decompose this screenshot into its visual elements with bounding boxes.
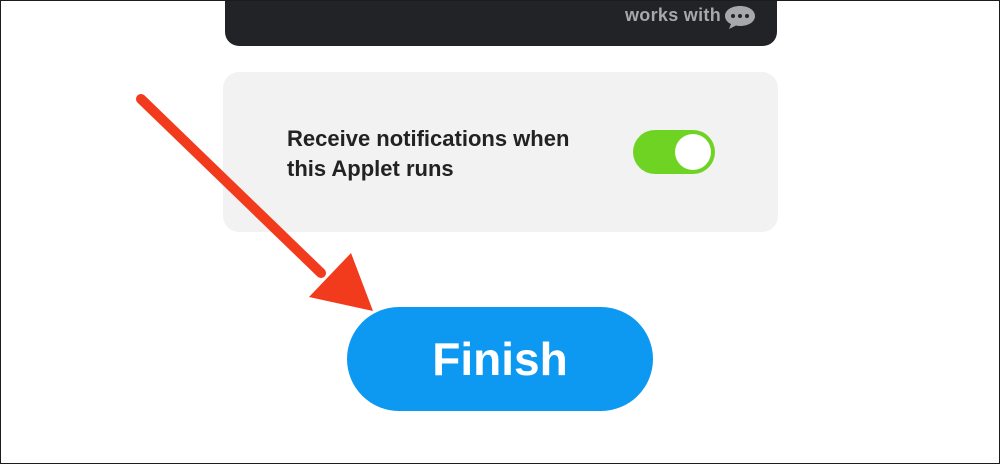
chat-bubble-icon: [725, 6, 755, 29]
notification-label: Receive notifications when this Applet r…: [287, 126, 570, 181]
service-card: works with: [225, 1, 777, 46]
works-with-label: works with: [624, 5, 721, 25]
finish-button[interactable]: Finish: [347, 307, 653, 411]
toggle-knob: [675, 134, 711, 170]
notification-settings-card: Receive notifications when this Applet r…: [223, 72, 778, 232]
notification-toggle[interactable]: [633, 130, 715, 174]
screen-frame: works with Receive notifications when th…: [0, 0, 1000, 464]
